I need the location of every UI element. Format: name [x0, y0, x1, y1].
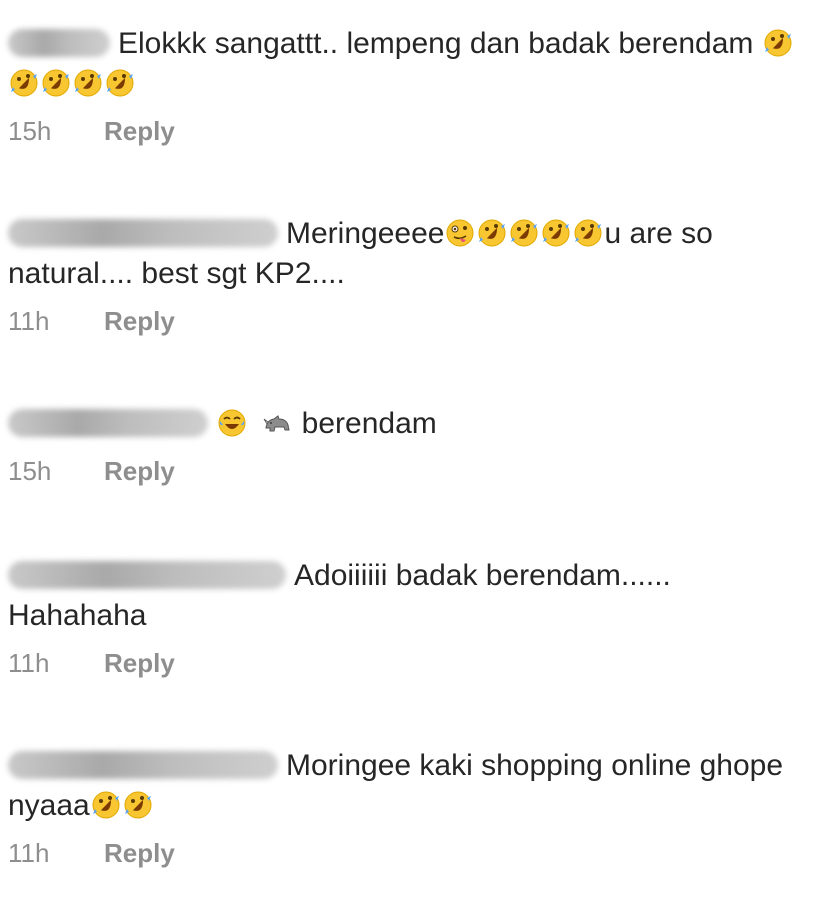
blurred-username[interactable]	[8, 29, 110, 57]
comment-item: Elokkk sangattt.. lempeng dan badak bere…	[8, 24, 798, 146]
reply-button[interactable]: Reply	[104, 648, 175, 678]
zany-face-emoji-icon	[445, 218, 475, 248]
rofl-emoji-icon	[763, 28, 793, 58]
rofl-emoji-icon	[477, 218, 507, 248]
reply-button[interactable]: Reply	[104, 456, 175, 486]
comment-timestamp: 11h	[8, 648, 50, 678]
comment-text: Moringee kaki shopping online ghope nyaa…	[8, 746, 798, 826]
comment-meta: 11h Reply	[8, 306, 798, 336]
reply-button[interactable]: Reply	[104, 838, 175, 868]
rofl-emoji-icon	[9, 68, 39, 98]
comment-timestamp: 15h	[8, 456, 52, 486]
rofl-emoji-icon	[509, 218, 539, 248]
comment-item: berendam 15h Reply	[8, 404, 798, 486]
rofl-emoji-icon	[41, 68, 71, 98]
comment-body-continued: berendam	[293, 407, 437, 440]
comment-text: berendam	[8, 404, 798, 444]
rofl-emoji-icon	[73, 68, 103, 98]
rhinoceros-emoji-icon	[262, 408, 292, 438]
comment-meta: 15h Reply	[8, 456, 798, 486]
comment-meta: 15h Reply	[8, 116, 798, 146]
reply-button[interactable]: Reply	[104, 306, 175, 336]
comment-timestamp: 11h	[8, 838, 50, 868]
rofl-emoji-icon	[573, 218, 603, 248]
comment-item: Moringee kaki shopping online ghope nyaa…	[8, 746, 798, 868]
rofl-emoji-icon	[541, 218, 571, 248]
comment-timestamp: 11h	[8, 306, 50, 336]
comment-timestamp: 15h	[8, 116, 52, 146]
rofl-emoji-icon	[123, 790, 153, 820]
blurred-username[interactable]	[8, 409, 208, 437]
comment-text: Adoiiiiii badak berendam...... Hahahaha	[8, 556, 798, 636]
comment-item: Adoiiiiii badak berendam...... Hahahaha …	[8, 556, 798, 678]
blurred-username[interactable]	[8, 751, 278, 779]
blurred-username[interactable]	[8, 561, 286, 589]
comment-body: Elokkk sangattt.. lempeng dan badak bere…	[118, 27, 754, 60]
rofl-emoji-icon	[105, 68, 135, 98]
rofl-emoji-icon	[91, 790, 121, 820]
comment-text: Elokkk sangattt.. lempeng dan badak bere…	[8, 24, 798, 104]
comment-item: Meringeeee u are so natural.... best sgt …	[8, 214, 798, 336]
comment-body: Meringeeee	[286, 217, 445, 250]
blurred-username[interactable]	[8, 219, 278, 247]
comment-meta: 11h Reply	[8, 838, 798, 868]
reply-button[interactable]: Reply	[104, 116, 175, 146]
comment-text: Meringeeee u are so natural.... best sgt …	[8, 214, 798, 294]
comment-meta: 11h Reply	[8, 648, 798, 678]
joy-emoji-icon	[217, 408, 247, 438]
